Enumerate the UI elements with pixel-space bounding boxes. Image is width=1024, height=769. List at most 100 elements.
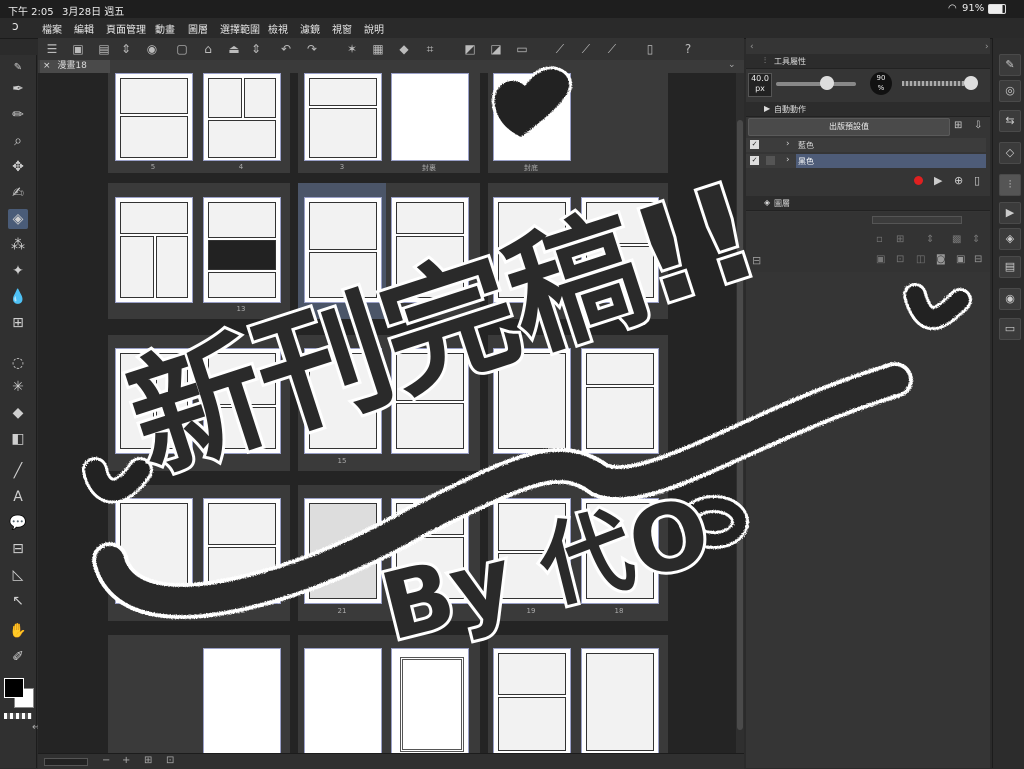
grid-icon[interactable]: ⊞: [8, 313, 28, 333]
chevron-right-icon[interactable]: ›: [985, 42, 989, 52]
bucket-icon[interactable]: ◆: [8, 403, 28, 423]
add-action-icon[interactable]: ⊕: [954, 174, 963, 187]
stack-icon[interactable]: ◇: [999, 142, 1021, 164]
camera-icon[interactable]: ◉: [999, 288, 1021, 310]
page-thumbnail[interactable]: [391, 648, 469, 753]
menu-icon[interactable]: ☰: [44, 41, 60, 57]
frame-icon[interactable]: ⊟: [8, 539, 28, 559]
menu-filter[interactable]: 濾鏡: [300, 21, 320, 36]
menu-animation[interactable]: 動畫: [155, 21, 175, 36]
page-thumbnail[interactable]: [493, 348, 571, 454]
history-icon[interactable]: ▭: [999, 318, 1021, 340]
material-icon[interactable]: ▤: [999, 256, 1021, 278]
stepper-icon[interactable]: ⇕: [972, 234, 980, 245]
zoom-slider[interactable]: [44, 758, 88, 766]
zoom-in-icon[interactable]: +: [122, 755, 130, 766]
layers-icon[interactable]: ◈: [999, 228, 1021, 250]
page-thumbnail[interactable]: [581, 648, 659, 753]
zoom-out-icon[interactable]: −: [102, 755, 110, 766]
page-thumbnail[interactable]: [304, 498, 382, 604]
chevron-down-icon[interactable]: ⌄: [728, 60, 736, 70]
stepper-icon[interactable]: ⇕: [926, 234, 934, 245]
page-thumbnail[interactable]: [493, 498, 571, 604]
page-thumbnail[interactable]: [115, 498, 193, 604]
record-icon[interactable]: [914, 176, 923, 185]
fill-icon[interactable]: ◆: [396, 41, 412, 57]
page-thumbnail[interactable]: [203, 498, 281, 604]
layer-action-icon[interactable]: ⊡: [896, 254, 904, 265]
settings-icon[interactable]: ⊡: [166, 755, 174, 766]
page-thumbnail[interactable]: [493, 197, 571, 303]
brush-size-box[interactable]: 40.0 px: [748, 73, 772, 97]
page-thumbnail[interactable]: [581, 498, 659, 604]
eyedropper-icon[interactable]: ✐: [8, 647, 28, 667]
page-thumbnail[interactable]: [304, 197, 382, 303]
page-thumbnail[interactable]: [203, 197, 281, 303]
layer-opacity-slider[interactable]: [872, 216, 962, 224]
menu-window[interactable]: 視窗: [332, 21, 352, 36]
menu-edit[interactable]: 編輯: [74, 21, 94, 36]
document-icon[interactable]: ▯: [642, 41, 658, 57]
scrollbar-thumb[interactable]: [737, 120, 743, 730]
menu-selection[interactable]: 選擇範圍: [220, 21, 260, 36]
page-thumbnail[interactable]: [493, 648, 571, 753]
auto-action-item[interactable]: ✓ › 黑色: [746, 154, 986, 168]
checkbox[interactable]: ✓: [750, 140, 759, 149]
transparent-color-icon[interactable]: [4, 713, 32, 719]
line-icon[interactable]: ╱: [8, 461, 28, 481]
opacity-dial[interactable]: 90%: [870, 72, 892, 95]
new-icon[interactable]: ▤: [96, 41, 112, 57]
layer-action-icon[interactable]: ▣: [876, 254, 885, 265]
clear-icon[interactable]: ▦: [370, 41, 386, 57]
layer-action-icon[interactable]: ◫: [916, 254, 925, 265]
gradient-icon[interactable]: ◧: [8, 429, 28, 449]
airbrush-icon[interactable]: ⁂: [8, 235, 28, 255]
trash-icon[interactable]: ▯: [974, 174, 980, 187]
page-thumbnail[interactable]: [391, 197, 469, 303]
ruler-tool-icon[interactable]: ◺: [8, 565, 28, 585]
canvas-icon[interactable]: ▣: [70, 41, 86, 57]
page-manager-canvas[interactable]: 5 4 3 封裏 封底 13 17 15 22 21 19 18: [38, 73, 744, 753]
ruler3-icon[interactable]: ⟋: [604, 41, 620, 57]
page-thumbnail[interactable]: [115, 73, 193, 161]
ruler2-icon[interactable]: ⟋: [578, 41, 594, 57]
layer-action-icon[interactable]: ◙: [936, 254, 946, 265]
checkbox[interactable]: [766, 156, 775, 165]
layer-list-icon[interactable]: ⊟: [752, 254, 761, 267]
tool-property-header[interactable]: ⫶ 工具屬性: [746, 54, 990, 69]
layer-header[interactable]: ◈ 圖層: [746, 196, 990, 211]
page-thumbnail[interactable]: [203, 73, 281, 161]
document-tab[interactable]: × 漫畫18: [40, 60, 110, 73]
help-icon[interactable]: ?: [680, 41, 696, 57]
tool-property-icon[interactable]: ⫶: [999, 174, 1021, 196]
crop-icon[interactable]: ⌗: [422, 41, 438, 57]
opacity-knob[interactable]: [964, 76, 978, 90]
menu-view[interactable]: 檢視: [268, 21, 288, 36]
menu-help[interactable]: 說明: [364, 21, 384, 36]
clip-studio-logo-icon[interactable]: ↄ: [12, 19, 19, 33]
checkbox[interactable]: ✓: [750, 156, 759, 165]
chevron-right-icon[interactable]: ›: [786, 139, 790, 149]
move-icon[interactable]: ✥: [8, 157, 28, 177]
selection-icon[interactable]: ▭: [514, 41, 530, 57]
hand-icon[interactable]: ✋: [8, 621, 28, 641]
chevron-right-icon[interactable]: ›: [786, 155, 790, 165]
menu-layer[interactable]: 圖層: [188, 21, 208, 36]
open-icon[interactable]: ⌂: [200, 41, 216, 57]
layer-action-icon[interactable]: ▣: [956, 254, 965, 265]
undo-icon[interactable]: ↶: [278, 41, 294, 57]
auto-action-item[interactable]: ✓ › 藍色: [746, 138, 986, 152]
pen-tool-icon[interactable]: ✎: [8, 58, 28, 78]
page-thumbnail[interactable]: [304, 648, 382, 753]
auto-action-header[interactable]: ▶ 自動動作: [746, 102, 990, 117]
chevron-left-icon[interactable]: ‹: [750, 42, 754, 52]
auto-action-preset-select[interactable]: 出版預設值: [748, 118, 950, 136]
text-icon[interactable]: A: [8, 487, 28, 507]
layer-action-icon[interactable]: ⊟: [974, 254, 982, 265]
mask-icon[interactable]: ▩: [952, 234, 961, 245]
camera-icon[interactable]: ◉: [144, 41, 160, 57]
page-thumbnail[interactable]: [581, 348, 659, 454]
menu-page-manage[interactable]: 頁面管理: [106, 21, 146, 36]
page-thumbnail[interactable]: [115, 348, 193, 454]
play-action-icon[interactable]: ▶: [934, 174, 942, 187]
